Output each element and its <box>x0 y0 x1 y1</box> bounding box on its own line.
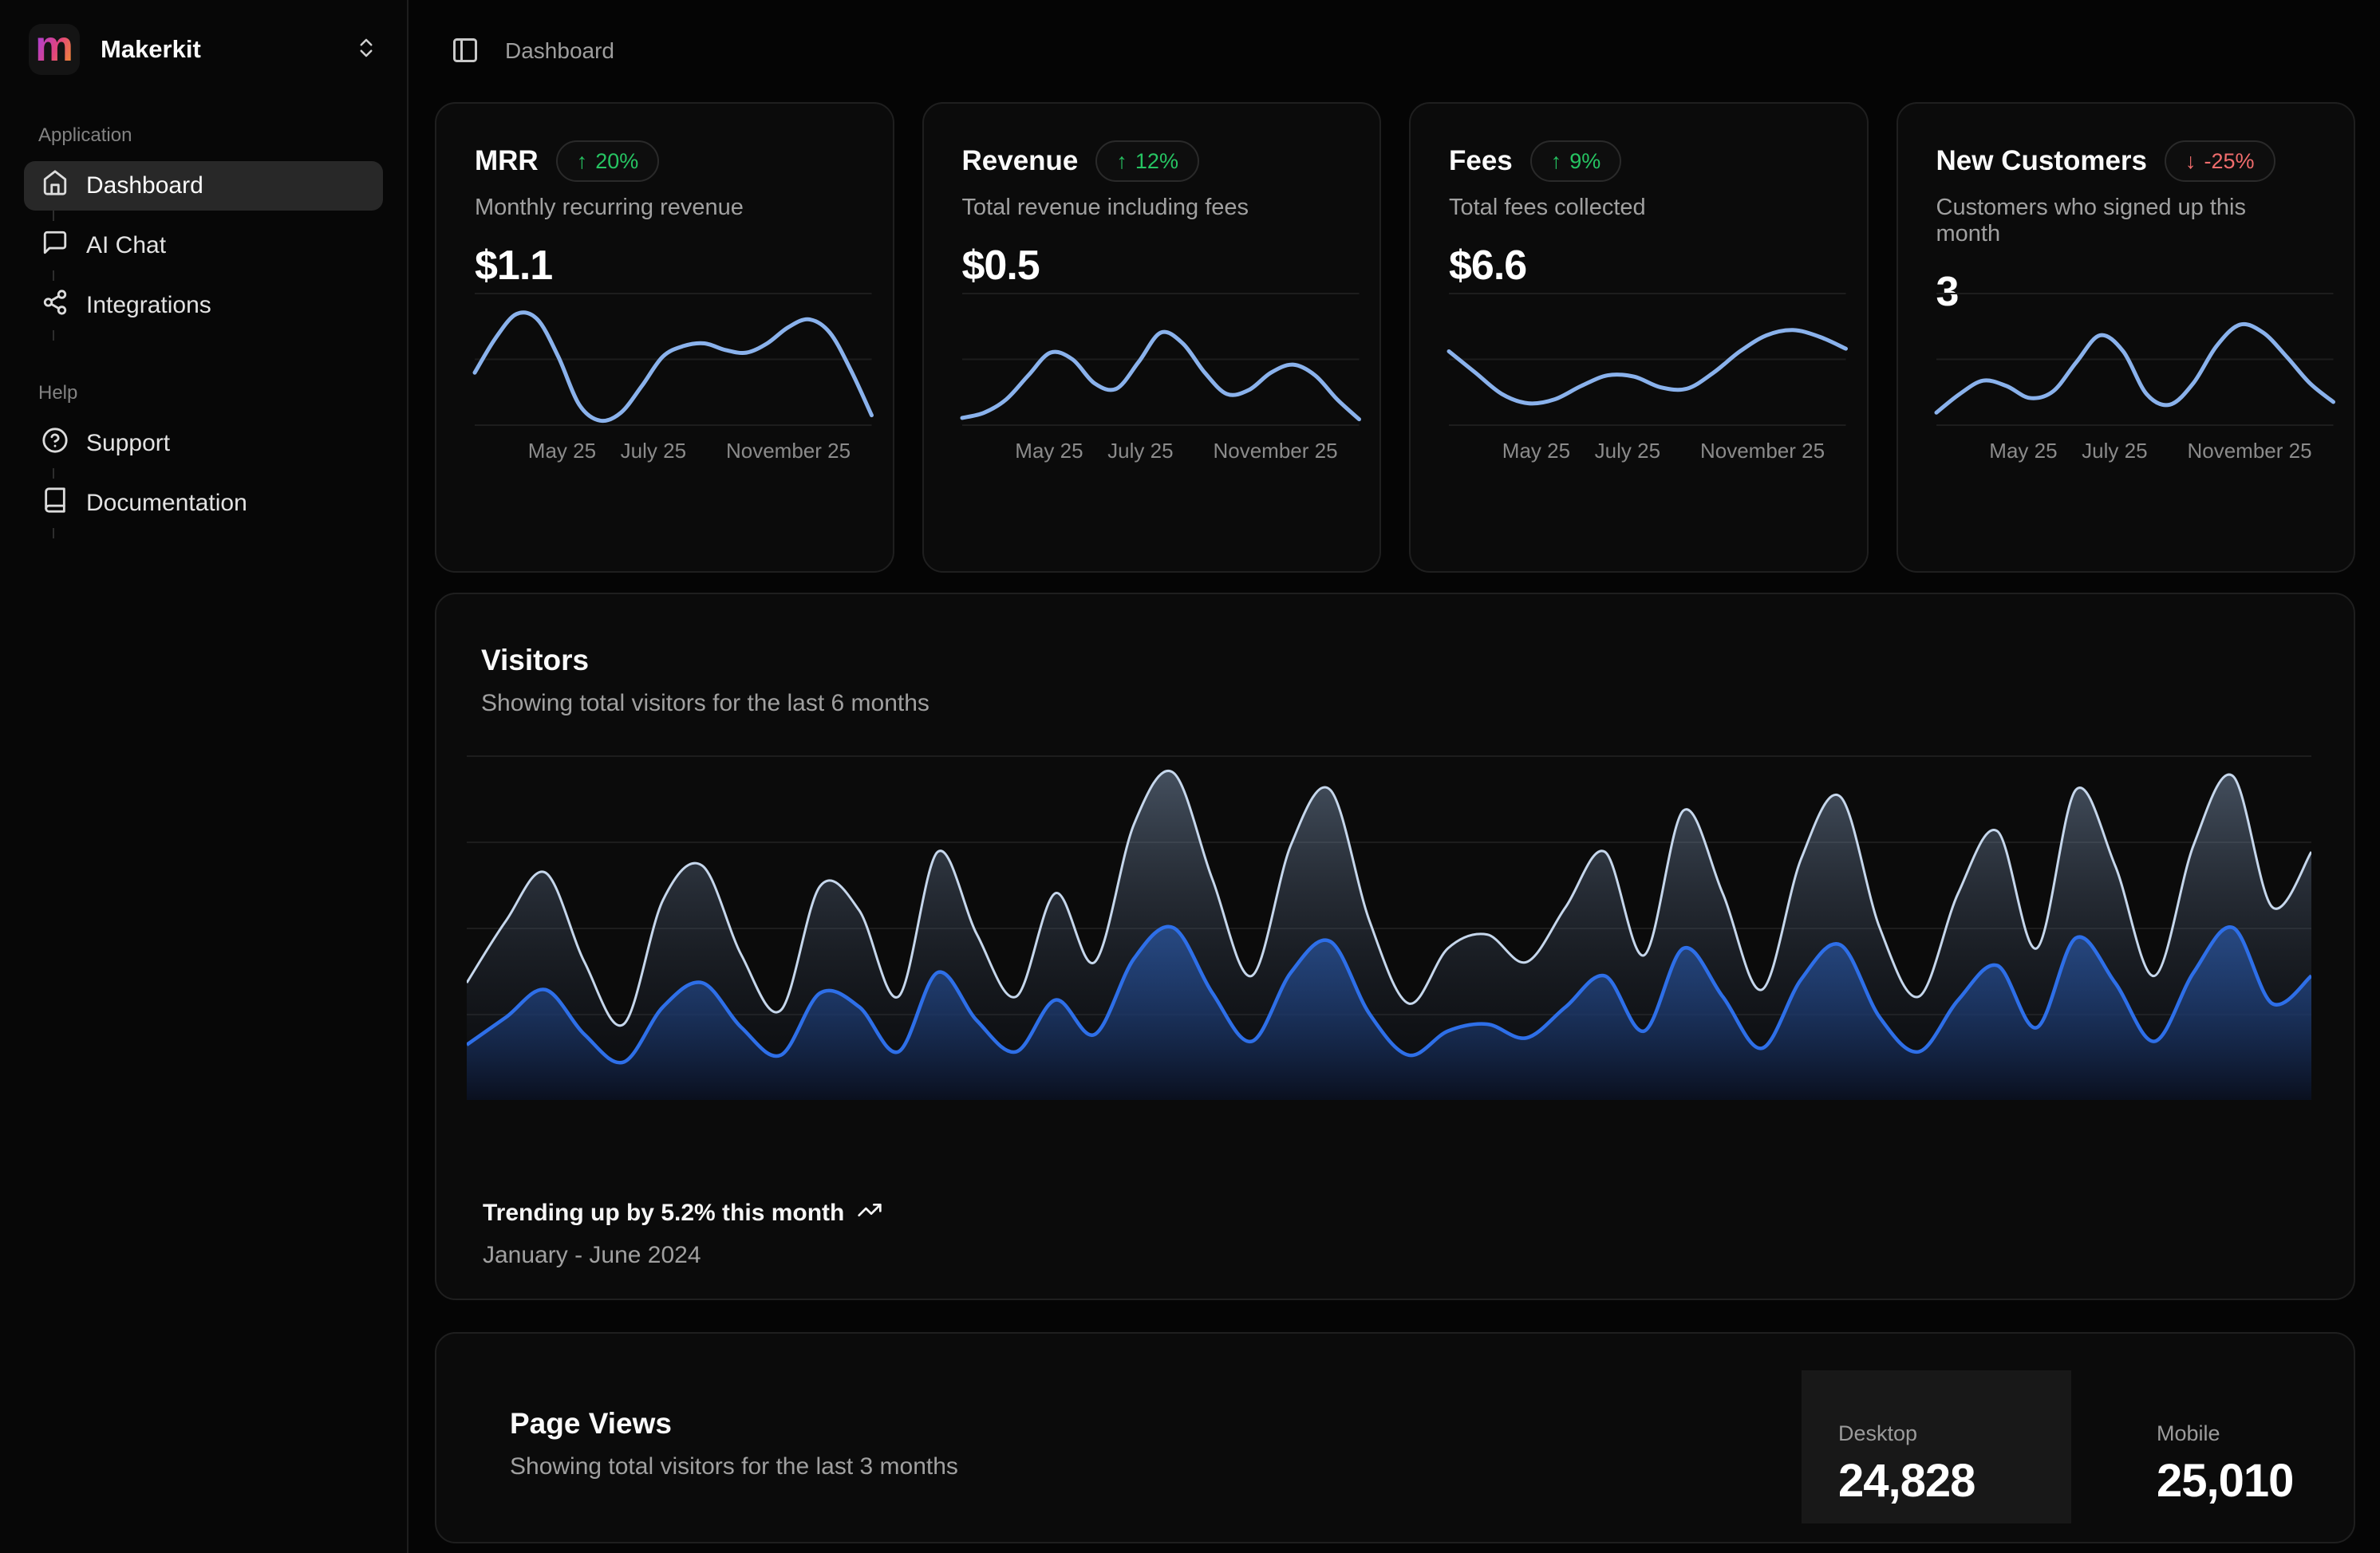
workspace-selector[interactable]: m Makerkit <box>24 22 383 77</box>
desktop-stat-toggle[interactable]: Desktop 24,828 <box>1802 1370 2071 1523</box>
sidebar-section-application: Application <box>38 124 383 147</box>
sidebar-item-documentation[interactable]: Documentation <box>24 479 383 528</box>
stat-card-mrr: MRR ↑20% Monthly recurring revenue $1.1 … <box>435 102 894 573</box>
arrow-down-icon: ↓ <box>2185 149 2196 174</box>
x-axis-labels: May 25 July 25 November 25 <box>962 439 1360 466</box>
x-tick: November 25 <box>2187 439 2311 463</box>
sidebar-item-label: Support <box>86 430 170 457</box>
visitors-area-chart <box>467 755 2311 1100</box>
x-tick: July 25 <box>1595 439 1660 463</box>
help-circle-icon <box>41 427 69 460</box>
home-icon <box>41 169 69 203</box>
x-tick: November 25 <box>1700 439 1825 463</box>
sidebar-nav-application: Dashboard AI Chat Integrations <box>24 161 383 341</box>
sidebar: m Makerkit Application Dashboard AI Chat… <box>0 0 409 1553</box>
stat-cards-row: MRR ↑20% Monthly recurring revenue $1.1 … <box>435 102 2355 573</box>
chevrons-up-down-icon <box>354 36 378 64</box>
x-tick: July 25 <box>621 439 686 463</box>
x-tick: May 25 <box>1015 439 1083 463</box>
share-icon <box>41 289 69 322</box>
nav-separator-dash <box>53 528 54 538</box>
stat-title: Revenue <box>962 145 1079 177</box>
page-views-title: Page Views <box>510 1407 958 1441</box>
desktop-stat-value: 24,828 <box>1838 1454 2071 1508</box>
visitors-trend-text: Trending up by 5.2% this month <box>483 1200 844 1227</box>
sidebar-toggle-button[interactable] <box>451 36 480 67</box>
topbar: Dashboard <box>435 0 2355 102</box>
sparkline-chart <box>962 293 1360 426</box>
sidebar-item-support[interactable]: Support <box>24 419 383 468</box>
stat-card-new-customers: New Customers ↓-25% Customers who signed… <box>1897 102 2356 573</box>
visitors-subtitle: Showing total visitors for the last 6 mo… <box>481 690 2309 717</box>
mobile-stat-toggle[interactable]: Mobile 25,010 <box>2120 1370 2355 1523</box>
main-content: Dashboard MRR ↑20% Monthly recurring rev… <box>409 0 2380 1553</box>
mobile-stat-value: 25,010 <box>2157 1454 2355 1508</box>
sparkline-chart <box>1449 293 1846 426</box>
stat-subtitle: Monthly recurring revenue <box>475 195 855 221</box>
trending-up-icon <box>857 1197 882 1229</box>
makerkit-logo: m <box>29 24 80 75</box>
sidebar-item-label: Integrations <box>86 292 211 319</box>
brand-name: Makerkit <box>101 35 334 64</box>
app-root: m Makerkit Application Dashboard AI Chat… <box>0 0 2380 1553</box>
page-views-card: Page Views Showing total visitors for th… <box>435 1332 2355 1543</box>
sidebar-section-help: Help <box>38 382 383 404</box>
x-tick: November 25 <box>1213 439 1337 463</box>
x-tick: July 25 <box>2082 439 2147 463</box>
stat-subtitle: Total fees collected <box>1449 195 1829 221</box>
breadcrumb: Dashboard <box>505 38 614 64</box>
nav-separator-dash <box>53 211 54 221</box>
x-tick: May 25 <box>528 439 596 463</box>
desktop-stat-label: Desktop <box>1838 1421 2071 1446</box>
sidebar-item-label: AI Chat <box>86 232 166 259</box>
x-axis-labels: May 25 July 25 November 25 <box>475 439 872 466</box>
change-badge: ↑12% <box>1095 140 1199 182</box>
sidebar-nav-help: Support Documentation <box>24 419 383 538</box>
nav-separator-dash <box>53 468 54 479</box>
nav-separator-dash <box>53 270 54 281</box>
stat-card-revenue: Revenue ↑12% Total revenue including fee… <box>922 102 1382 573</box>
stat-card-fees: Fees ↑9% Total fees collected $6.6 May 2… <box>1409 102 1869 573</box>
x-axis-labels: May 25 July 25 November 25 <box>1449 439 1846 466</box>
x-axis-labels: May 25 July 25 November 25 <box>1936 439 2334 466</box>
x-tick: November 25 <box>726 439 851 463</box>
sidebar-item-ai-chat[interactable]: AI Chat <box>24 221 383 270</box>
sparkline-chart <box>1936 293 2334 426</box>
x-tick: July 25 <box>1107 439 1173 463</box>
panel-left-icon <box>451 36 480 67</box>
stat-title: New Customers <box>1936 145 2148 177</box>
makerkit-logo-letter: m <box>35 25 73 68</box>
sidebar-item-label: Documentation <box>86 490 247 517</box>
sparkline-chart <box>475 293 872 426</box>
x-tick: May 25 <box>1502 439 1570 463</box>
page-views-subtitle: Showing total visitors for the last 3 mo… <box>510 1453 958 1480</box>
visitors-title: Visitors <box>481 644 2309 677</box>
stat-value: $1.1 <box>475 242 855 290</box>
stat-title: MRR <box>475 145 539 177</box>
sidebar-item-label: Dashboard <box>86 172 203 199</box>
stat-value: $0.5 <box>962 242 1342 290</box>
visitors-date-range: January - June 2024 <box>483 1242 882 1269</box>
book-icon <box>41 487 69 520</box>
stat-subtitle: Total revenue including fees <box>962 195 1342 221</box>
arrow-up-icon: ↑ <box>1551 149 1562 174</box>
mobile-stat-label: Mobile <box>2157 1421 2355 1446</box>
sidebar-item-dashboard[interactable]: Dashboard <box>24 161 383 211</box>
arrow-up-icon: ↑ <box>577 149 588 174</box>
nav-separator-dash <box>53 330 54 341</box>
stat-value: $6.6 <box>1449 242 1829 290</box>
change-badge: ↑20% <box>556 140 660 182</box>
sidebar-item-integrations[interactable]: Integrations <box>24 281 383 330</box>
chat-icon <box>41 229 69 262</box>
arrow-up-icon: ↑ <box>1116 149 1127 174</box>
change-badge: ↑9% <box>1530 140 1622 182</box>
visitors-card: Visitors Showing total visitors for the … <box>435 593 2355 1300</box>
stat-title: Fees <box>1449 145 1513 177</box>
visitors-footer: Trending up by 5.2% this month January -… <box>483 1197 882 1269</box>
change-badge: ↓-25% <box>2165 140 2275 182</box>
stat-subtitle: Customers who signed up this month <box>1936 195 2316 247</box>
x-tick: May 25 <box>1989 439 2057 463</box>
